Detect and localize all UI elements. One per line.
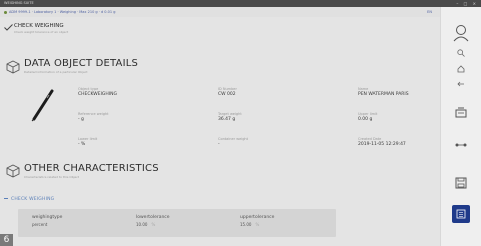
characteristic-weighingtype: weighingtype percent	[32, 214, 62, 228]
keypad-button[interactable]	[452, 205, 470, 223]
field-value: -	[218, 142, 220, 147]
divider	[4, 198, 8, 199]
scale-icon[interactable]	[455, 107, 467, 119]
check-icon	[4, 24, 13, 31]
field-container-weight: Container weight -	[218, 137, 248, 148]
window-title: WEIGHING SUITE	[4, 1, 34, 5]
page-badge: 6	[0, 234, 13, 246]
field-lower-limit: Lower limit - %	[78, 137, 97, 148]
window-controls[interactable]: – □ ×	[456, 0, 478, 7]
field-value: 2019-11-05 12:29:47	[358, 142, 406, 147]
field-value: 36.47 g	[218, 117, 236, 122]
title-bar: WEIGHING SUITE – □ ×	[0, 0, 481, 7]
status-text: ADM 9999-1 · Laboratory 1 · Weighing · M…	[4, 7, 115, 17]
keypad-icon	[456, 209, 466, 219]
back-icon[interactable]	[457, 81, 465, 87]
status-label: ADM 9999-1 · Laboratory 1 · Weighing · M…	[9, 10, 116, 14]
field-id-number: ID Number CW 002	[218, 87, 237, 98]
characteristics-row: weighingtype percent lowertolerance 10.0…	[18, 209, 336, 237]
language-indicator[interactable]: EN	[427, 7, 432, 17]
characteristic-uppertolerance: uppertolerance 15.00%	[240, 214, 274, 228]
field-value: 0.00 g	[358, 117, 373, 122]
check-weighing-link[interactable]: CHECK WEIGHING	[4, 197, 54, 202]
cube-icon	[6, 60, 20, 74]
field-value: CHECKWEIGHING	[78, 92, 117, 97]
characteristic-value: percent	[32, 221, 62, 228]
characteristic-value: 15.00%	[240, 221, 274, 228]
field-label: Container weight	[218, 137, 249, 141]
characteristic-lowertolerance: lowertolerance 10.00%	[136, 214, 170, 228]
status-bar: ADM 9999-1 · Laboratory 1 · Weighing · M…	[0, 7, 440, 17]
network-icon[interactable]	[455, 141, 467, 149]
status-dot-icon	[4, 10, 7, 14]
value-text: 10.00	[136, 222, 148, 227]
breadcrumb-title: CHECK WEIGHING	[14, 23, 64, 29]
check-weighing-label: CHECK WEIGHING	[11, 197, 55, 202]
details-title: DATA OBJECT DETAILS	[24, 58, 139, 69]
value-text: 15.00	[240, 222, 252, 227]
characteristic-label: uppertolerance	[240, 215, 275, 220]
right-sidebar	[440, 7, 481, 246]
search-icon[interactable]	[457, 49, 465, 57]
save-icon[interactable]	[455, 177, 467, 189]
object-image	[31, 89, 54, 122]
field-value: - g	[78, 117, 84, 122]
characteristic-label: lowertolerance	[136, 215, 170, 220]
user-icon[interactable]	[453, 24, 469, 42]
field-value: CW 002	[218, 92, 236, 97]
field-object-type: Object type CHECKWEIGHING	[78, 87, 117, 98]
field-target-weight: Target weight 36.47 g	[218, 112, 242, 123]
breadcrumb-subtitle: Check weight tolerance of an object	[14, 30, 69, 34]
other-subtitle: Characteristics related to this Object	[24, 175, 80, 179]
field-value: - %	[78, 142, 86, 147]
field-reference-weight: Reference weight - g	[78, 112, 109, 123]
cube-icon	[6, 164, 20, 178]
value-text: percent	[32, 222, 48, 227]
field-value: PEN WATERMAN PARIS	[358, 92, 409, 97]
other-title: OTHER CHARACTERISTICS	[24, 163, 159, 174]
unit-text: %	[151, 222, 156, 227]
home-icon[interactable]	[457, 65, 465, 73]
characteristic-label: weighingtype	[32, 215, 63, 220]
details-subtitle: Detailed information of a particular Obj…	[24, 70, 88, 74]
field-created-date: Created Date 2019-11-05 12:29:47	[358, 137, 406, 148]
field-upper-limit: Upper limit 0.00 g	[358, 112, 377, 123]
unit-text: %	[255, 222, 260, 227]
characteristic-value: 10.00%	[136, 221, 170, 228]
field-name: Name PEN WATERMAN PARIS	[358, 87, 409, 98]
